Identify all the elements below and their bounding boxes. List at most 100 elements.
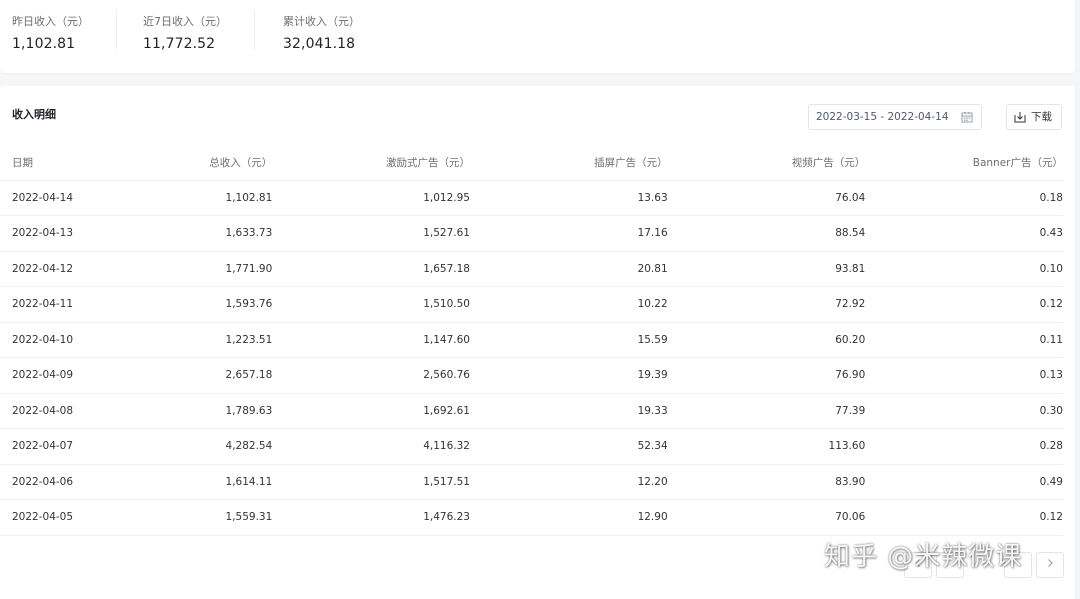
stat-total-label: 累计收入（元）: [283, 15, 360, 28]
cell-rewarded: 1,517.51: [272, 464, 470, 500]
cell-video: 60.20: [667, 322, 866, 358]
cell-video: 83.90: [667, 464, 866, 500]
summary-card: 昨日收入（元） 1,102.81 近7日收入（元） 11,772.52 累计收入…: [0, 0, 1075, 73]
cell-rewarded: 1,510.50: [272, 286, 470, 323]
cell-banner: 0.30: [865, 393, 1063, 429]
table-body: 2022-04-14 1,102.81 1,012.95 13.63 76.04…: [0, 180, 1063, 536]
watermark: 知乎 @米辣微课: [824, 542, 1023, 572]
cell-total: 1,614.11: [171, 464, 273, 500]
stat-yesterday-label: 昨日收入（元）: [12, 15, 89, 28]
cell-rewarded: 1,147.60: [272, 322, 470, 358]
stat-yesterday-value: 1,102.81: [12, 36, 76, 52]
table-row: 2022-04-07 4,282.54 4,116.32 52.34 113.6…: [0, 428, 1063, 465]
cell-banner: 0.28: [865, 428, 1063, 465]
cell-interstitial: 15.59: [469, 322, 668, 358]
pagination-next-button[interactable]: [1036, 552, 1064, 578]
stat-yesterday: 昨日收入（元） 1,102.81: [0, 10, 117, 52]
cell-rewarded: 1,657.18: [272, 251, 470, 287]
cell-interstitial: 52.34: [469, 428, 668, 465]
cell-interstitial: 20.81: [469, 251, 668, 287]
cell-rewarded: 1,527.61: [272, 215, 470, 252]
cell-total: 1,789.63: [171, 393, 273, 429]
table-row: 2022-04-09 2,657.18 2,560.76 19.39 76.90…: [0, 357, 1063, 394]
stat-last7-value: 11,772.52: [143, 36, 216, 52]
section-title: 收入明细: [12, 108, 56, 121]
table-row: 2022-04-11 1,593.76 1,510.50 10.22 72.92…: [0, 286, 1063, 323]
cell-banner: 0.12: [865, 286, 1063, 323]
calendar-icon: [961, 112, 973, 123]
cell-date: 2022-04-10: [0, 322, 172, 358]
table-row: 2022-04-13 1,633.73 1,527.61 17.16 88.54…: [0, 215, 1063, 252]
cell-video: 113.60: [667, 428, 866, 465]
date-range-value: 2022-03-15 - 2022-04-14: [816, 111, 949, 123]
cell-rewarded: 2,560.76: [272, 357, 470, 394]
table-header-row: 日期 总收入（元） 激励式广告（元） 插屏广告（元） 视频广告（元） Banne…: [0, 145, 1063, 181]
cell-interstitial: 19.33: [469, 393, 668, 429]
cell-video: 70.06: [667, 499, 866, 536]
cell-interstitial: 19.39: [469, 357, 668, 394]
cell-banner: 0.13: [865, 357, 1063, 394]
cell-date: 2022-04-12: [0, 251, 172, 287]
cell-banner: 0.49: [865, 464, 1063, 500]
cell-video: 76.90: [667, 357, 866, 394]
date-range-picker[interactable]: 2022-03-15 - 2022-04-14: [808, 104, 982, 130]
cell-interstitial: 17.16: [469, 215, 668, 252]
download-icon: [1014, 112, 1026, 123]
stat-total: 累计收入（元） 32,041.18: [255, 10, 360, 70]
cell-banner: 0.18: [865, 180, 1063, 216]
cell-date: 2022-04-08: [0, 393, 172, 429]
cell-banner: 0.43: [865, 215, 1063, 252]
cell-video: 76.04: [667, 180, 866, 216]
cell-banner: 0.11: [865, 322, 1063, 358]
column-header-banner[interactable]: Banner广告（元）: [865, 145, 1063, 181]
cell-total: 1,593.76: [171, 286, 273, 323]
cell-date: 2022-04-09: [0, 357, 172, 394]
table-row: 2022-04-14 1,102.81 1,012.95 13.63 76.04…: [0, 180, 1063, 216]
cell-interstitial: 10.22: [469, 286, 668, 323]
cell-interstitial: 13.63: [469, 180, 668, 216]
income-table: 日期 总收入（元） 激励式广告（元） 插屏广告（元） 视频广告（元） Banne…: [0, 145, 1063, 536]
table-row: 2022-04-10 1,223.51 1,147.60 15.59 60.20…: [0, 322, 1063, 358]
cell-rewarded: 1,476.23: [272, 499, 470, 536]
cell-video: 88.54: [667, 215, 866, 252]
cell-date: 2022-04-06: [0, 464, 172, 500]
download-label: 下载: [1031, 111, 1052, 123]
table-row: 2022-04-06 1,614.11 1,517.51 12.20 83.90…: [0, 464, 1063, 500]
cell-total: 1,102.81: [171, 180, 273, 216]
cell-banner: 0.12: [865, 499, 1063, 536]
cell-total: 4,282.54: [171, 428, 273, 465]
cell-video: 93.81: [667, 251, 866, 287]
cell-date: 2022-04-11: [0, 286, 172, 323]
cell-total: 2,657.18: [171, 357, 273, 394]
table-row: 2022-04-08 1,789.63 1,692.61 19.33 77.39…: [0, 393, 1063, 429]
cell-interstitial: 12.20: [469, 464, 668, 500]
stat-last7-label: 近7日收入（元）: [143, 15, 227, 28]
cell-interstitial: 12.90: [469, 499, 668, 536]
cell-video: 72.92: [667, 286, 866, 323]
cell-date: 2022-04-07: [0, 428, 172, 465]
column-header-rewarded[interactable]: 激励式广告（元）: [272, 145, 470, 181]
column-header-video[interactable]: 视频广告（元）: [667, 145, 866, 181]
chevron-right-icon: [1048, 559, 1053, 567]
cell-rewarded: 4,116.32: [272, 428, 470, 465]
column-header-date[interactable]: 日期: [0, 145, 172, 181]
cell-banner: 0.10: [865, 251, 1063, 287]
income-detail-card: 收入明细 2022-03-15 - 2022-04-14 下载 日期 总收入（元…: [0, 86, 1075, 599]
cell-total: 1,223.51: [171, 322, 273, 358]
cell-date: 2022-04-13: [0, 215, 172, 252]
stat-total-value: 32,041.18: [283, 36, 356, 52]
table-row: 2022-04-05 1,559.31 1,476.23 12.90 70.06…: [0, 499, 1063, 536]
cell-date: 2022-04-14: [0, 180, 172, 216]
cell-total: 1,559.31: [171, 499, 273, 536]
stat-last7: 近7日收入（元） 11,772.52: [117, 10, 255, 52]
download-button[interactable]: 下载: [1006, 104, 1062, 130]
cell-total: 1,633.73: [171, 215, 273, 252]
cell-total: 1,771.90: [171, 251, 273, 287]
column-header-total[interactable]: 总收入（元）: [171, 145, 273, 181]
table-row: 2022-04-12 1,771.90 1,657.18 20.81 93.81…: [0, 251, 1063, 287]
cell-date: 2022-04-05: [0, 499, 172, 536]
cell-video: 77.39: [667, 393, 866, 429]
column-header-interstitial[interactable]: 插屏广告（元）: [469, 145, 668, 181]
cell-rewarded: 1,012.95: [272, 180, 470, 216]
cell-rewarded: 1,692.61: [272, 393, 470, 429]
